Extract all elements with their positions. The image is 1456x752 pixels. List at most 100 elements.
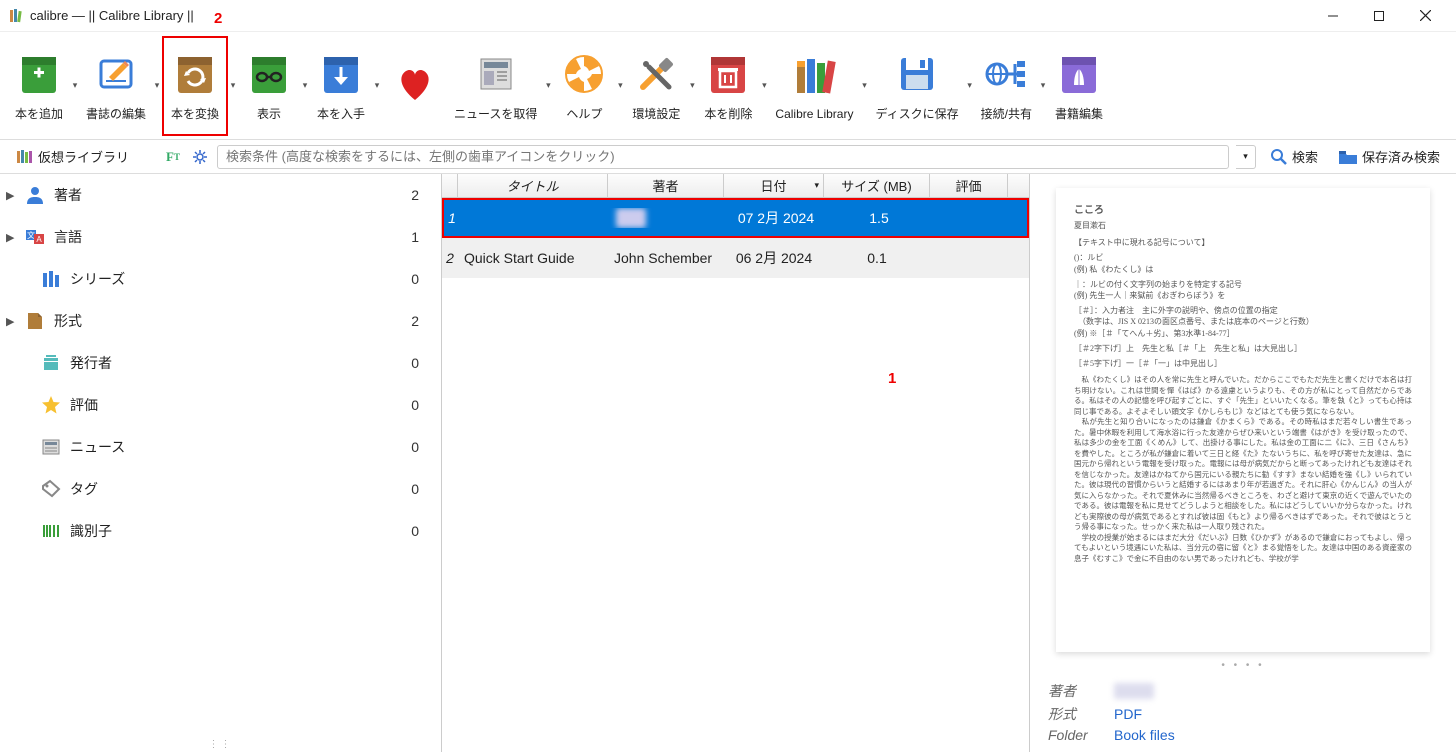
search-button[interactable]: 検索 — [1264, 144, 1324, 169]
svg-text:A: A — [36, 235, 42, 244]
rating-icon — [38, 394, 64, 416]
expand-arrow-icon[interactable]: ▶ — [6, 315, 16, 328]
save-disk-button[interactable]: ディスクに保存 — [869, 36, 964, 136]
expand-arrow-icon[interactable]: ▶ — [6, 189, 16, 202]
meta-format-value[interactable]: PDF — [1114, 706, 1142, 722]
fetch-news-label: ニュースを取得 — [454, 105, 537, 122]
edit-book-icon — [1054, 49, 1104, 99]
close-button[interactable] — [1402, 1, 1448, 31]
meta-author-label: 著者 — [1048, 681, 1108, 701]
connect-share-icon — [981, 49, 1031, 99]
column-header-rating[interactable]: 評価 — [930, 174, 1008, 197]
sidebar-item-authors[interactable]: ▶ 著者 2 — [0, 174, 441, 216]
cell-size: 1.5 — [826, 210, 932, 226]
sidebar-item-news[interactable]: ニュース 0 — [0, 426, 441, 468]
meta-folder-label: Folder — [1048, 727, 1108, 743]
get-books-dropdown[interactable]: ▾ — [372, 36, 382, 136]
row-number: 2 — [442, 250, 458, 266]
remove-book-button[interactable]: 本を削除 — [697, 36, 759, 136]
minimize-button[interactable] — [1310, 1, 1356, 31]
sidebar-item-count: 2 — [411, 313, 429, 329]
sidebar-item-label: 識別子 — [70, 521, 411, 541]
fetch-news-icon — [471, 49, 521, 99]
meta-author-row: 著者 — [1048, 681, 1438, 701]
annotation-2: 2 — [214, 10, 222, 27]
add-book-icon — [14, 49, 64, 99]
fetch-news-dropdown[interactable]: ▾ — [543, 36, 553, 136]
sidebar-splitter[interactable]: ⋮⋮ — [0, 739, 441, 750]
get-books-button[interactable]: 本を入手 — [310, 36, 372, 136]
column-header-title[interactable]: タイトル — [458, 174, 608, 197]
table-row[interactable]: 2 Quick Start Guide John Schember 06 2月 … — [442, 238, 1029, 278]
virtual-library-button[interactable]: 仮想ライブラリ — [10, 144, 135, 169]
search-input[interactable] — [217, 145, 1229, 169]
sidebar-item-series[interactable]: シリーズ 0 — [0, 258, 441, 300]
convert-book-dropdown[interactable]: ▾ — [228, 36, 238, 136]
sidebar-item-rating[interactable]: 評価 0 — [0, 384, 441, 426]
help-button[interactable]: ヘルプ — [553, 36, 615, 136]
fetch-news-button[interactable]: ニュースを取得 — [448, 36, 543, 136]
add-book-dropdown[interactable]: ▾ — [70, 36, 80, 136]
saved-search-button[interactable]: 保存済み検索 — [1332, 144, 1446, 169]
column-header-size[interactable]: サイズ (MB) — [824, 174, 930, 197]
tag-browser: ▶ 著者 2 ▶ 文A 言語 1 シリーズ 0 ▶ 形式 2 発行者 0 — [0, 174, 442, 752]
svg-text:文: 文 — [27, 230, 35, 240]
cell-title: Quick Start Guide — [458, 250, 608, 266]
meta-author-value[interactable] — [1114, 683, 1154, 699]
meta-folder-value[interactable]: Book files — [1114, 727, 1175, 743]
search-history-dropdown[interactable]: ▾ — [1236, 145, 1256, 169]
details-splitter[interactable]: • • • • — [1030, 660, 1456, 672]
table-row[interactable]: 1 07 2月 2024 1.5 — [442, 198, 1029, 238]
edit-book-label: 書籍編集 — [1055, 105, 1103, 122]
add-book-button[interactable]: 本を追加 — [8, 36, 70, 136]
column-header-author[interactable]: 著者 — [608, 174, 724, 197]
sidebar-item-label: 発行者 — [70, 353, 411, 373]
main-toolbar: 本を追加 ▾ 書誌の編集 ▾ 本を変換 ▾ 表示 ▾ 本を入手 ▾ ニュースを取… — [0, 32, 1456, 140]
expand-arrow-icon[interactable]: ▶ — [6, 231, 16, 244]
save-disk-dropdown[interactable]: ▾ — [965, 36, 975, 136]
tag-icon — [38, 478, 64, 500]
view-dropdown[interactable]: ▾ — [300, 36, 310, 136]
help-dropdown[interactable]: ▾ — [615, 36, 625, 136]
sidebar-item-count: 0 — [411, 523, 429, 539]
search-settings-icon[interactable] — [191, 148, 209, 166]
library-dropdown[interactable]: ▾ — [859, 36, 869, 136]
sidebar-item-publishers[interactable]: 発行者 0 — [0, 342, 441, 384]
fulltext-search-icon[interactable]: FT — [163, 147, 183, 167]
connect-share-button[interactable]: 接続/共有 — [975, 36, 1038, 136]
sidebar-item-label: 著者 — [54, 185, 411, 205]
sidebar-item-languages[interactable]: ▶ 文A 言語 1 — [0, 216, 441, 258]
view-label: 表示 — [257, 105, 281, 122]
book-details-panel: こころ 夏目漱石 【テキスト中に現れる記号について】 ()：ルビ(例) 私《わた… — [1030, 174, 1456, 752]
format-icon — [22, 310, 48, 332]
column-header-date[interactable]: 日付▾ — [724, 174, 824, 197]
preferences-dropdown[interactable]: ▾ — [687, 36, 697, 136]
get-books-label: 本を入手 — [317, 105, 365, 122]
preferences-icon — [631, 49, 681, 99]
preview-title: こころ — [1074, 204, 1412, 218]
remove-book-dropdown[interactable]: ▾ — [759, 36, 769, 136]
convert-book-button[interactable]: 本を変換 — [162, 36, 228, 136]
book-preview[interactable]: こころ 夏目漱石 【テキスト中に現れる記号について】 ()：ルビ(例) 私《わた… — [1056, 188, 1430, 652]
maximize-button[interactable] — [1356, 1, 1402, 31]
edit-book-button[interactable]: 書籍編集 — [1048, 36, 1110, 136]
edit-metadata-dropdown[interactable]: ▾ — [152, 36, 162, 136]
column-header-rownum[interactable] — [442, 174, 458, 197]
remove-book-label: 本を削除 — [704, 105, 752, 122]
identifier-icon — [38, 520, 64, 542]
edit-metadata-button[interactable]: 書誌の編集 — [80, 36, 152, 136]
library-button[interactable]: Calibre Library — [769, 36, 859, 136]
view-button[interactable]: 表示 — [238, 36, 300, 136]
cell-author: John Schember — [608, 250, 724, 266]
connect-share-dropdown[interactable]: ▾ — [1038, 36, 1048, 136]
books-icon — [16, 149, 34, 165]
sidebar-item-formats[interactable]: ▶ 形式 2 — [0, 300, 441, 342]
preferences-label: 環境設定 — [632, 105, 680, 122]
sidebar-item-identifiers[interactable]: 識別子 0 — [0, 510, 441, 552]
sidebar-item-tags[interactable]: タグ 0 — [0, 468, 441, 510]
donate-button[interactable] — [382, 36, 448, 136]
preferences-button[interactable]: 環境設定 — [625, 36, 687, 136]
library-label: Calibre Library — [775, 107, 853, 121]
sidebar-item-label: ニュース — [70, 437, 411, 457]
cell-size: 0.1 — [824, 250, 930, 266]
